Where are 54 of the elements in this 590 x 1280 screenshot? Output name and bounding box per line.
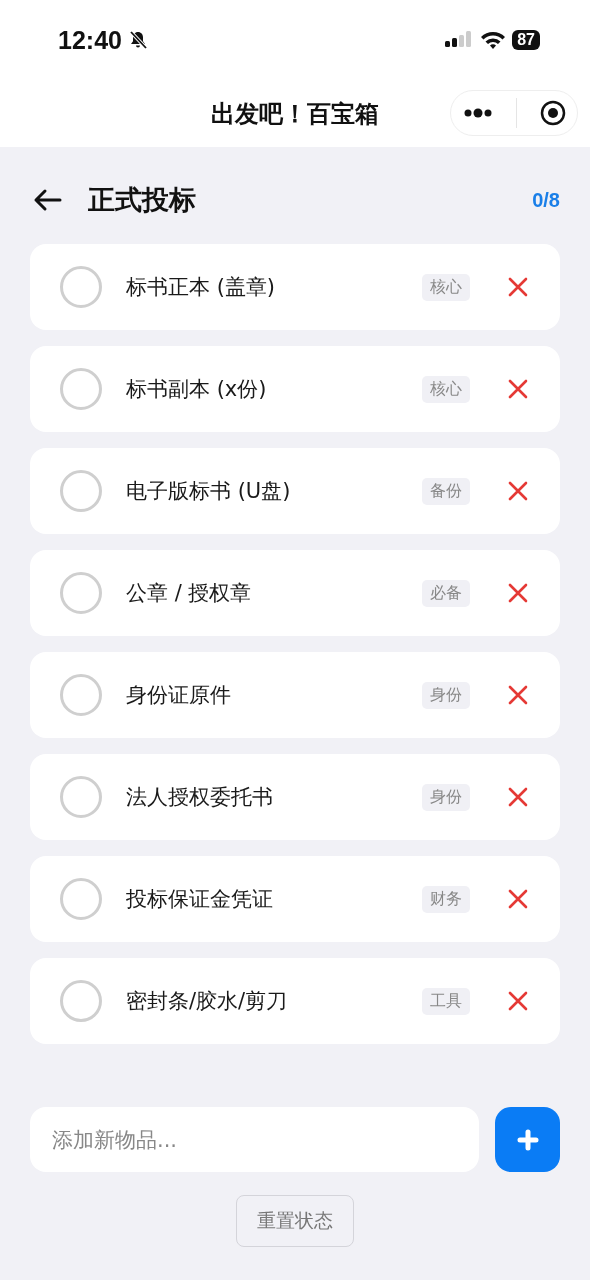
checkbox-circle[interactable] <box>60 674 102 716</box>
item-card[interactable]: 公章 / 授权章 必备 <box>30 550 560 636</box>
add-button[interactable] <box>495 1107 560 1172</box>
item-card[interactable]: 电子版标书 (U盘) 备份 <box>30 448 560 534</box>
delete-icon[interactable] <box>508 991 528 1011</box>
item-card[interactable]: 密封条/胶水/剪刀 工具 <box>30 958 560 1044</box>
delete-icon[interactable] <box>508 277 528 297</box>
delete-icon[interactable] <box>508 787 528 807</box>
list-title: 正式投标 <box>88 183 197 217</box>
plus-icon <box>516 1128 539 1151</box>
item-card[interactable]: 身份证原件 身份 <box>30 652 560 738</box>
item-tag: 必备 <box>422 579 470 607</box>
item-card[interactable]: 投标保证金凭证 财务 <box>30 856 560 942</box>
item-tag: 工具 <box>422 987 470 1015</box>
checkbox-circle[interactable] <box>60 266 102 308</box>
status-time: 12:40 <box>58 25 122 55</box>
item-name: 投标保证金凭证 <box>126 886 274 913</box>
delete-icon[interactable] <box>508 379 528 399</box>
checkbox-circle[interactable] <box>60 368 102 410</box>
item-name: 标书正本 (盖章) <box>126 274 277 301</box>
close-target-icon[interactable] <box>539 100 566 126</box>
item-tag: 财务 <box>422 885 470 913</box>
item-tag: 核心 <box>422 273 470 301</box>
checkbox-circle[interactable] <box>60 878 102 920</box>
battery-level: 87 <box>512 30 540 50</box>
item-card[interactable]: 法人授权委托书 身份 <box>30 754 560 840</box>
delete-icon[interactable] <box>508 685 528 705</box>
item-tag: 身份 <box>422 783 470 811</box>
delete-icon[interactable] <box>508 889 528 909</box>
delete-icon[interactable] <box>508 583 528 603</box>
muted-bell-icon <box>127 30 148 50</box>
item-name: 身份证原件 <box>126 682 232 709</box>
item-tag: 身份 <box>422 681 470 709</box>
checkbox-circle[interactable] <box>60 470 102 512</box>
more-icon[interactable] <box>462 108 493 118</box>
checkbox-circle[interactable] <box>60 776 102 818</box>
item-name: 公章 / 授权章 <box>126 580 253 607</box>
wifi-icon <box>480 30 507 50</box>
item-tag: 备份 <box>422 477 470 505</box>
item-name: 标书副本 (x份) <box>126 376 268 403</box>
item-name: 法人授权委托书 <box>126 784 274 811</box>
checkbox-circle[interactable] <box>60 572 102 614</box>
item-card[interactable]: 标书副本 (x份) 核心 <box>30 346 560 432</box>
add-item-field[interactable]: 添加新物品... <box>30 1107 479 1172</box>
progress-count: 0/8 <box>532 188 560 212</box>
back-arrow-icon[interactable] <box>32 188 62 212</box>
checkbox-circle[interactable] <box>60 980 102 1022</box>
delete-icon[interactable] <box>508 481 528 501</box>
item-name: 密封条/胶水/剪刀 <box>126 988 289 1015</box>
reset-button[interactable]: 重置状态 <box>236 1195 354 1247</box>
item-card[interactable]: 标书正本 (盖章) 核心 <box>30 244 560 330</box>
item-tag: 核心 <box>422 375 470 403</box>
page-title: 出发吧！百宝箱 <box>211 98 379 130</box>
item-name: 电子版标书 (U盘) <box>126 478 292 505</box>
